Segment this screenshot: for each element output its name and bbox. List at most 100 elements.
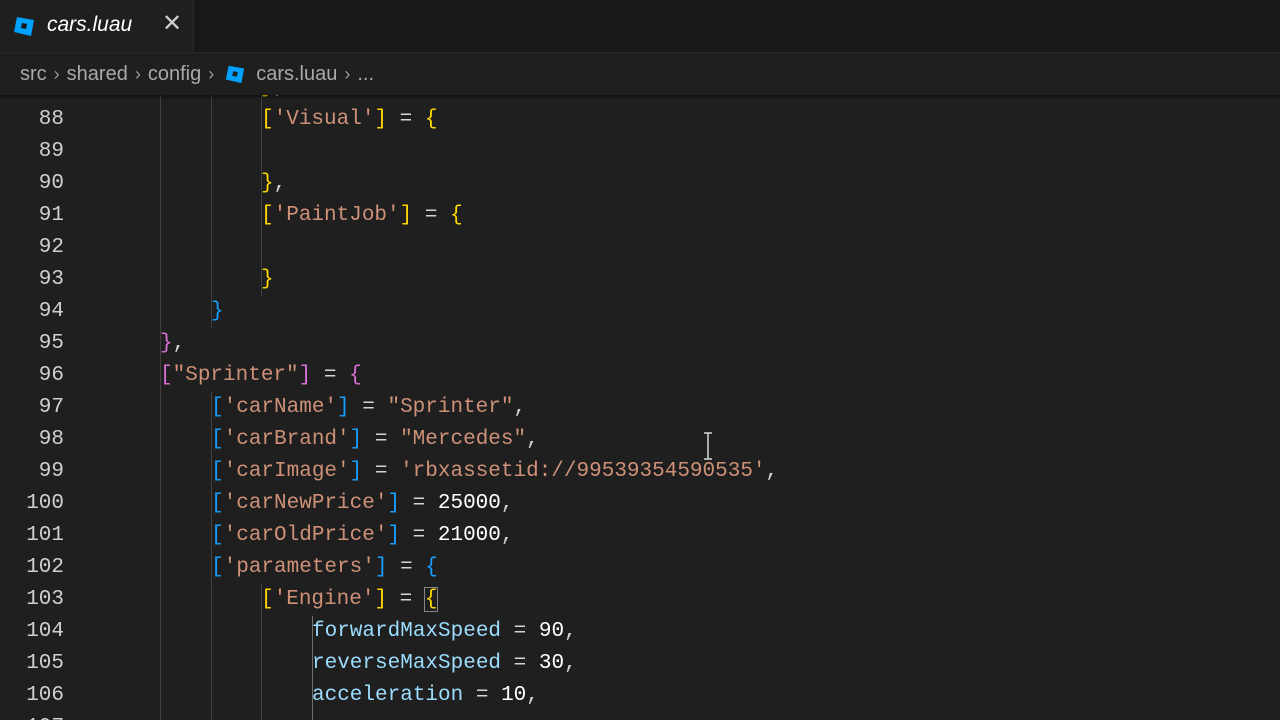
breadcrumb-item-src[interactable]: src bbox=[20, 63, 47, 86]
code-line[interactable]: 105 reverseMaxSpeed = 30, bbox=[0, 648, 1280, 680]
indent-guide bbox=[211, 616, 212, 648]
indent-guide bbox=[261, 616, 262, 648]
code-text: ['Visual'] = { bbox=[261, 108, 438, 131]
code-line[interactable]: 99 ['carImage'] = 'rbxassetid://995393545… bbox=[0, 456, 1280, 488]
code-text: ['carNewPrice'] = 25000, bbox=[211, 492, 514, 515]
indent-guide bbox=[211, 648, 212, 680]
line-number: 94 bbox=[38, 300, 64, 323]
indent-guide bbox=[160, 712, 161, 720]
tab-bar: cars.luau ✕ bbox=[0, 0, 1280, 53]
chevron-right-icon: › bbox=[344, 63, 351, 84]
code-line[interactable]: 94} bbox=[0, 296, 1280, 328]
indent-guide bbox=[261, 712, 262, 720]
code-text: }, bbox=[261, 172, 287, 195]
line-number: 103 bbox=[26, 588, 64, 611]
tab-title: cars.luau bbox=[47, 13, 133, 36]
indent-guide bbox=[211, 104, 212, 136]
close-icon[interactable]: ✕ bbox=[160, 12, 184, 36]
indent-guide bbox=[261, 232, 262, 264]
indent-guide bbox=[160, 95, 161, 104]
breadcrumb-item-file[interactable]: cars.luau bbox=[256, 63, 337, 86]
code-line[interactable]: 104 forwardMaxSpeed = 90, bbox=[0, 616, 1280, 648]
code-line[interactable]: 90}, bbox=[0, 168, 1280, 200]
indent-guide bbox=[160, 552, 161, 584]
code-text: ['PaintJob'] = { bbox=[261, 204, 463, 227]
chevron-right-icon: › bbox=[53, 63, 60, 84]
code-line[interactable]: 107 bbox=[0, 712, 1280, 720]
code-line[interactable]: 100 ['carNewPrice'] = 25000, bbox=[0, 488, 1280, 520]
line-number: 91 bbox=[38, 204, 64, 227]
code-text: forwardMaxSpeed = 90, bbox=[312, 620, 577, 643]
code-line[interactable]: 87}, bbox=[0, 95, 1280, 104]
indent-guide bbox=[160, 168, 161, 200]
chevron-right-icon: › bbox=[134, 63, 141, 84]
code-text: } bbox=[261, 268, 274, 291]
code-text: reverseMaxSpeed = 30, bbox=[312, 652, 577, 675]
code-line[interactable]: 98 ['carBrand'] = "Mercedes", bbox=[0, 424, 1280, 456]
code-line[interactable]: 96 ["Sprinter"] = { bbox=[0, 360, 1280, 392]
indent-guide bbox=[261, 648, 262, 680]
line-number: 90 bbox=[38, 172, 64, 195]
indent-guide bbox=[160, 296, 161, 328]
line-number: 107 bbox=[0, 712, 64, 720]
code-text: acceleration = 10, bbox=[312, 684, 539, 707]
indent-guide bbox=[312, 712, 313, 720]
indent-guide bbox=[160, 200, 161, 232]
indent-guide bbox=[160, 584, 161, 616]
code-line[interactable]: 101 ['carOldPrice'] = 21000, bbox=[0, 520, 1280, 552]
code-line[interactable]: 103 ['Engine'] = { bbox=[0, 584, 1280, 616]
line-number: 106 bbox=[26, 684, 64, 707]
line-number: 105 bbox=[26, 652, 64, 675]
indent-guide bbox=[160, 104, 161, 136]
code-line[interactable]: 91 ['PaintJob'] = { bbox=[0, 200, 1280, 232]
code-line[interactable]: 93} bbox=[0, 264, 1280, 296]
code-line[interactable]: 92 bbox=[0, 232, 1280, 264]
line-number: 104 bbox=[26, 620, 64, 643]
code-text: ['carName'] = "Sprinter", bbox=[211, 396, 527, 419]
indent-guide bbox=[261, 136, 262, 168]
indent-guide bbox=[211, 264, 212, 296]
breadcrumb-item-shared[interactable]: shared bbox=[67, 63, 128, 86]
breadcrumb-item-config[interactable]: config bbox=[148, 63, 201, 86]
line-number: 101 bbox=[26, 524, 64, 547]
text-cursor-icon bbox=[704, 432, 712, 460]
code-text: }, bbox=[261, 95, 286, 104]
code-text: ['Engine'] = { bbox=[261, 587, 439, 612]
breadcrumb-item-symbol[interactable]: ... bbox=[357, 63, 374, 86]
code-text: ['carImage'] = 'rbxassetid://99539354590… bbox=[211, 460, 779, 483]
code-text: ['parameters'] = { bbox=[211, 556, 438, 579]
line-number: 99 bbox=[38, 460, 64, 483]
code-text: ['carBrand'] = "Mercedes", bbox=[211, 428, 539, 451]
code-line[interactable]: 88 ['Visual'] = { bbox=[0, 104, 1280, 136]
code-line[interactable]: 102 ['parameters'] = { bbox=[0, 552, 1280, 584]
indent-guide bbox=[211, 680, 212, 712]
line-number: 92 bbox=[38, 236, 64, 259]
indent-guide bbox=[211, 584, 212, 616]
line-number: 88 bbox=[38, 108, 64, 131]
code-text: ['carOldPrice'] = 21000, bbox=[211, 524, 514, 547]
roblox-luau-file-icon bbox=[14, 17, 34, 36]
indent-guide bbox=[211, 136, 212, 168]
code-editor[interactable]: 87}, 88 ['Visual'] = { 89 90}, 91 ['PaintJob']… bbox=[0, 95, 1280, 720]
indent-guide bbox=[160, 264, 161, 296]
line-number: 97 bbox=[38, 396, 64, 419]
indent-guide bbox=[160, 392, 161, 424]
indent-guide bbox=[211, 95, 212, 104]
code-line[interactable]: 97 ['carName'] = "Sprinter", bbox=[0, 392, 1280, 424]
code-line[interactable]: 106 acceleration = 10, bbox=[0, 680, 1280, 712]
breadcrumb: src › shared › config › cars.luau › ... bbox=[0, 53, 1280, 95]
indent-guide bbox=[160, 424, 161, 456]
indent-guide bbox=[160, 616, 161, 648]
indent-guide bbox=[160, 232, 161, 264]
code-line[interactable]: 95}, bbox=[0, 328, 1280, 360]
indent-guide bbox=[160, 680, 161, 712]
line-number: 87 bbox=[0, 95, 64, 104]
line-number: 89 bbox=[38, 140, 64, 163]
code-line[interactable]: 89 bbox=[0, 136, 1280, 168]
tab-cars-luau[interactable]: cars.luau ✕ bbox=[0, 0, 194, 52]
indent-guide bbox=[160, 456, 161, 488]
line-number: 98 bbox=[38, 428, 64, 451]
roblox-luau-file-icon bbox=[226, 65, 245, 84]
indent-guide bbox=[261, 680, 262, 712]
code-text: ["Sprinter"] = { bbox=[160, 364, 362, 387]
